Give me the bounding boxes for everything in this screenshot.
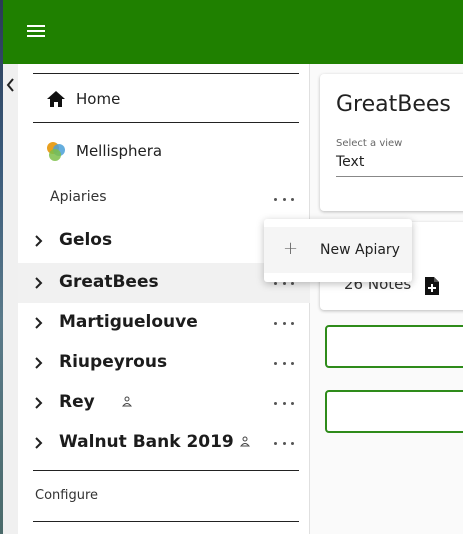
apiary-name: Rey	[59, 392, 95, 412]
apiary-name: GreatBees	[59, 272, 159, 292]
divider	[33, 521, 299, 522]
new-apiary-menu-item[interactable]: + New Apiary	[264, 227, 412, 273]
configure-link[interactable]: Configure	[35, 488, 98, 503]
apiaries-more-options-icon[interactable]	[274, 194, 294, 204]
shared-person-icon	[240, 436, 250, 447]
chevron-right-icon	[35, 397, 43, 409]
divider	[33, 73, 299, 74]
divider	[33, 122, 299, 123]
sidebar: Home Mellisphera Apiaries Gelos GreatBee…	[18, 64, 310, 534]
plus-icon: +	[283, 238, 299, 259]
apiary-name: Riupeyrous	[59, 352, 168, 372]
app-bar	[3, 0, 463, 64]
apiary-card: GreatBees Select a view Text	[320, 74, 463, 211]
add-note-icon[interactable]	[424, 276, 440, 296]
sidebar-item-home[interactable]: Home	[33, 77, 299, 121]
collapse-sidebar-chevron-left-icon[interactable]	[3, 76, 18, 94]
hamburger-menu-icon[interactable]	[27, 22, 49, 42]
main-content: GreatBees Select a view Text 26 Notes	[311, 64, 463, 534]
apiary-item-martiguelouve[interactable]: Martiguelouve	[18, 303, 310, 343]
sidebar-item-label: Home	[76, 90, 121, 108]
apiaries-section-label: Apiaries	[50, 189, 107, 205]
apiary-item-walnut-bank-2019[interactable]: Walnut Bank 2019	[18, 423, 310, 463]
mellisphera-logo-icon	[45, 140, 67, 162]
chevron-right-icon	[35, 235, 43, 247]
view-select-label: Select a view	[336, 138, 403, 149]
apiary-more-options-icon[interactable]	[274, 438, 294, 448]
apiary-name: Walnut Bank 2019	[59, 432, 234, 452]
apiary-title: GreatBees	[336, 92, 451, 117]
chevron-right-icon	[35, 277, 43, 289]
apiary-item-rey[interactable]: Rey	[18, 383, 310, 423]
apiary-item-riupeyrous[interactable]: Riupeyrous	[18, 343, 310, 383]
view-select[interactable]: Text	[336, 154, 364, 170]
sidebar-collapse-rail	[3, 64, 18, 534]
apiary-name: Martiguelouve	[59, 312, 198, 332]
divider	[33, 470, 299, 471]
apiary-more-options-icon[interactable]	[274, 318, 294, 328]
chevron-right-icon	[35, 437, 43, 449]
chevron-right-icon	[35, 357, 43, 369]
apiary-more-options-icon[interactable]	[274, 358, 294, 368]
chevron-right-icon	[35, 317, 43, 329]
home-icon	[45, 88, 67, 110]
sidebar-item-label: Mellisphera	[76, 142, 163, 160]
sidebar-item-mellisphera[interactable]: Mellisphera	[33, 129, 299, 173]
apiary-more-options-icon[interactable]	[274, 398, 294, 408]
green-outlined-box[interactable]	[325, 390, 463, 433]
menu-item-label: New Apiary	[320, 242, 400, 258]
apiaries-options-menu: + New Apiary	[264, 219, 412, 282]
view-select-underline	[336, 176, 463, 177]
shared-person-icon	[122, 396, 132, 407]
apiary-name: Gelos	[59, 230, 113, 250]
green-outlined-box[interactable]	[325, 325, 463, 368]
